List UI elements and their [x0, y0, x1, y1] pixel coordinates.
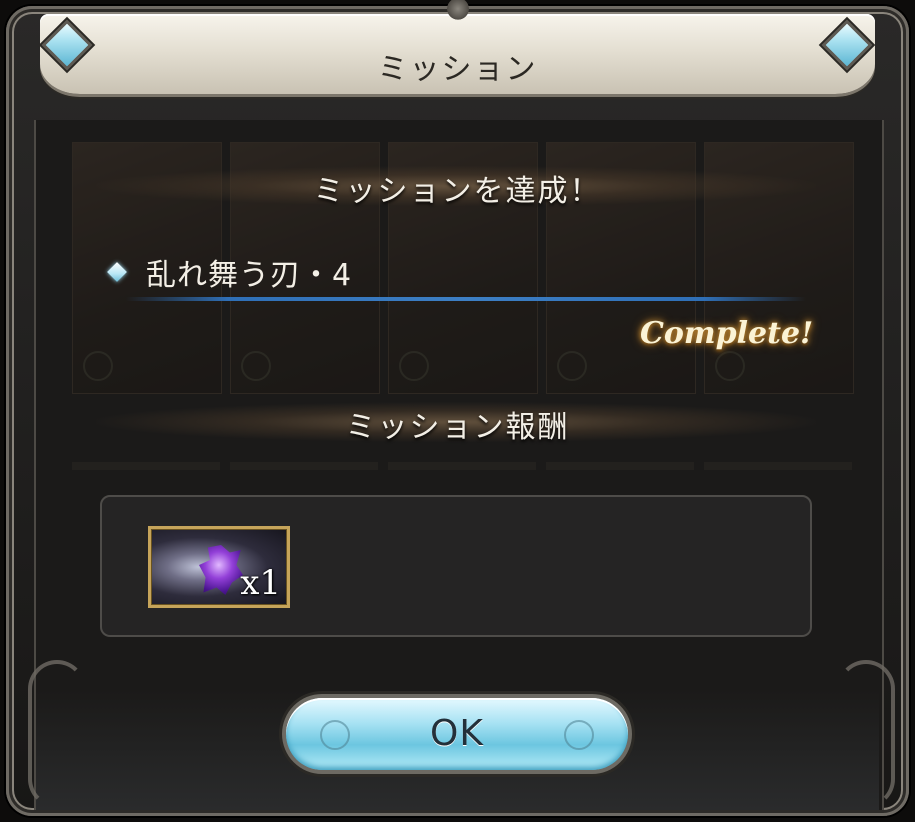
background-card-label — [704, 462, 852, 470]
corner-ornament — [837, 660, 895, 808]
mission-entry: 乱れ舞う刃・4 — [107, 252, 353, 293]
background-card-label — [388, 462, 536, 470]
corner-ornament — [28, 660, 86, 808]
dialog-header: ミッション — [40, 14, 875, 94]
complete-status: Complete! — [640, 316, 814, 351]
background-card-label — [230, 462, 378, 470]
mission-progress-line — [126, 297, 806, 301]
ok-button[interactable]: OK — [286, 698, 628, 770]
achievement-heading: ミッションを達成！ — [313, 174, 602, 209]
background-card-label — [546, 462, 694, 470]
reward-heading: ミッション報酬 — [345, 410, 570, 445]
purple-crystal-icon — [199, 545, 243, 595]
dialog-title: ミッション — [377, 52, 538, 87]
ok-label: OK — [430, 713, 484, 754]
mission-name: 乱れ舞う刃・4 — [146, 258, 353, 293]
header-ornament-icon — [446, 0, 470, 22]
reward-quantity: x1 — [240, 563, 281, 603]
background-card-label — [72, 462, 220, 470]
reward-item[interactable]: x1 — [148, 526, 290, 608]
diamond-bullet-icon — [107, 262, 127, 282]
